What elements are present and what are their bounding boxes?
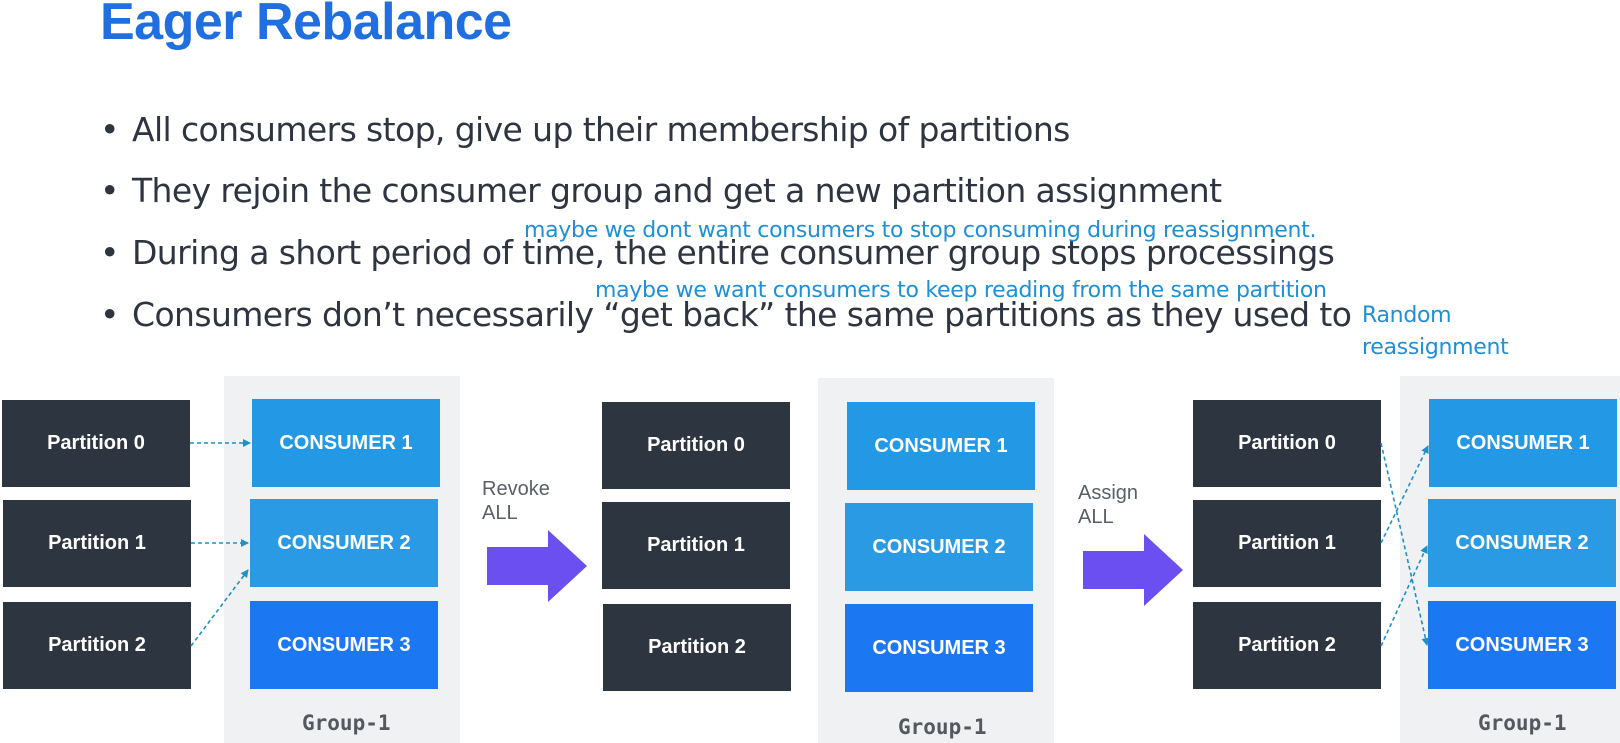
revoke-arrow-icon [487,530,587,602]
assignment-connector [1380,442,1430,646]
diagram-connectors [190,439,1430,647]
assignment-connector [1380,445,1429,544]
assign-arrow-icon [1083,534,1183,606]
assignment-connector [1380,545,1428,647]
assignment-connector [190,569,249,647]
